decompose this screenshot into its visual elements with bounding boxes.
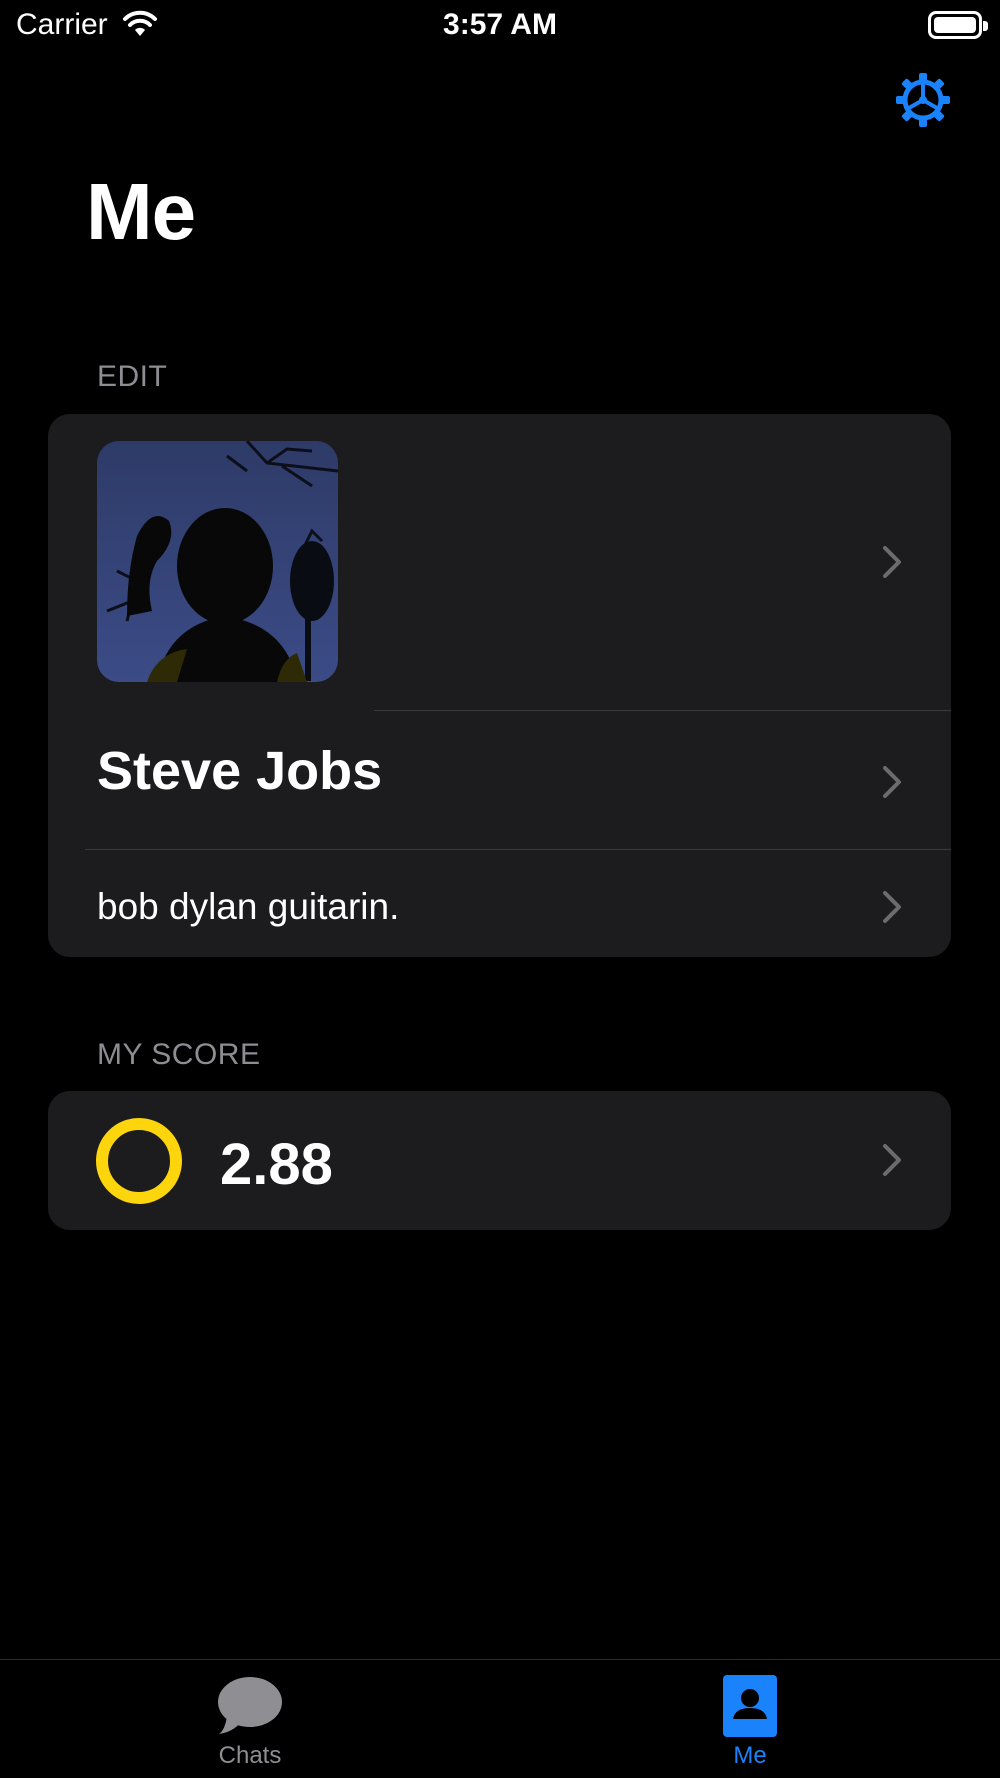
- person-icon: [723, 1675, 777, 1737]
- chevron-right-icon: [883, 546, 901, 578]
- avatar-row[interactable]: [48, 414, 951, 710]
- profile-name: Steve Jobs: [97, 741, 383, 801]
- tab-bar: Chats Me: [0, 1659, 1000, 1778]
- page-title: Me: [86, 167, 196, 256]
- chevron-right-icon: [883, 1144, 901, 1176]
- section-header-edit: EDIT: [97, 360, 168, 393]
- tab-chats[interactable]: Chats: [0, 1660, 500, 1778]
- score-row[interactable]: 2.88: [48, 1091, 951, 1230]
- gear-icon[interactable]: [895, 72, 951, 128]
- status-time: 3:57 AM: [443, 8, 557, 41]
- chevron-right-icon: [883, 891, 901, 923]
- section-header-score: MY SCORE: [97, 1038, 261, 1071]
- edit-card: Steve Jobs bob dylan guitarin.: [48, 414, 951, 957]
- score-ring-icon: [96, 1118, 182, 1204]
- profile-photo: [97, 441, 338, 682]
- profile-bio: bob dylan guitarin.: [97, 886, 400, 927]
- bio-row[interactable]: bob dylan guitarin.: [48, 850, 951, 957]
- tab-label-chats: Chats: [218, 1742, 282, 1769]
- tab-label-me: Me: [733, 1742, 767, 1769]
- score-card: 2.88: [48, 1091, 951, 1230]
- chat-bubble-icon: [218, 1677, 282, 1734]
- chevron-right-icon: [883, 766, 901, 798]
- score-value: 2.88: [220, 1132, 333, 1197]
- name-row[interactable]: Steve Jobs: [48, 711, 951, 854]
- battery-icon: [928, 11, 988, 39]
- status-bar: Carrier 3:57 AM: [0, 0, 1000, 50]
- tab-me[interactable]: Me: [500, 1660, 1000, 1778]
